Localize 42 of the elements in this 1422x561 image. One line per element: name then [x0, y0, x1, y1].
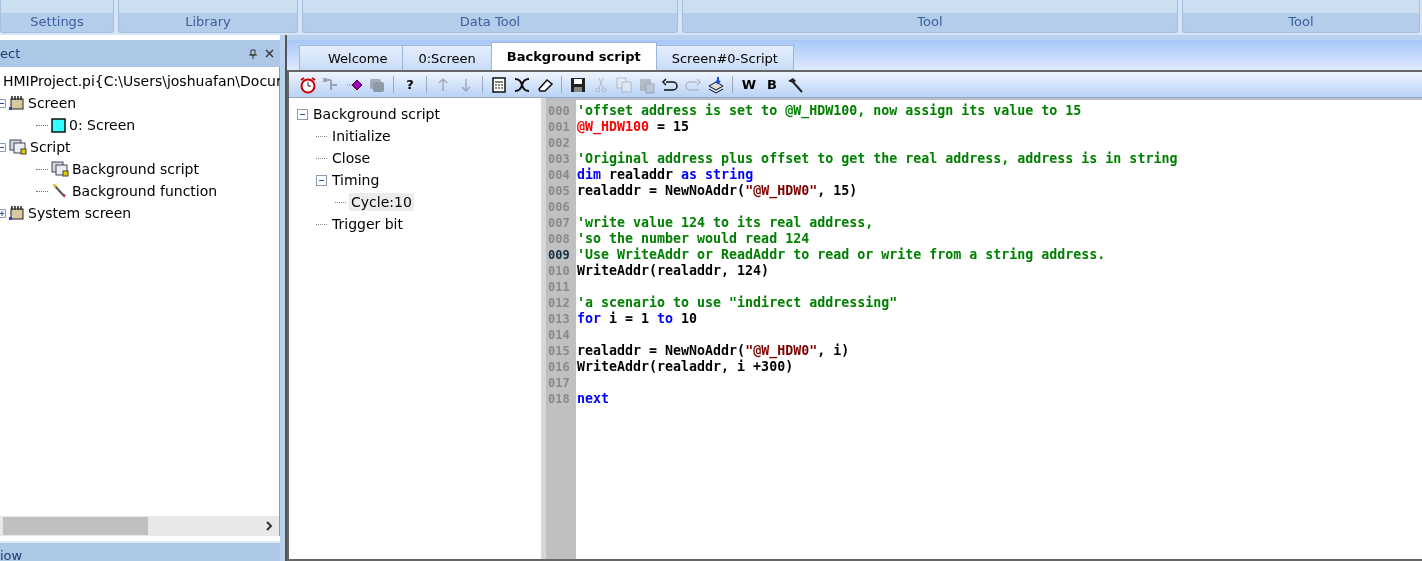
tree-item[interactable]: Background script — [72, 161, 199, 177]
line-number: 009 — [547, 247, 571, 263]
code-line: dim realaddr as string — [577, 167, 754, 182]
toolbar-button[interactable]: W — [738, 74, 760, 95]
code-line: 'offset address is set to @W_HDW100, now assign its value to 15 — [577, 103, 1082, 118]
tab[interactable]: 0:Screen — [402, 45, 492, 70]
tree-item[interactable]: Background script — [311, 105, 442, 123]
ribbon-group-label: Tool — [1288, 14, 1314, 29]
ribbon-group-label: Settings — [30, 14, 84, 29]
ribbon-group-label: Library — [185, 14, 231, 29]
panel-title: ect — [0, 46, 22, 61]
tree-item[interactable]: Cycle:10 — [349, 193, 414, 211]
ribbon-group-label: Tool — [917, 14, 943, 29]
tree-item[interactable]: Close — [330, 149, 373, 167]
tab[interactable]: Background script — [490, 42, 657, 70]
code-line: 'so the number would read 124 — [577, 231, 810, 246]
tree-item[interactable]: 0: Screen — [69, 117, 136, 133]
code-line: for i = 1 to 10 — [577, 311, 698, 326]
code-line: @W_HDW100 = 15 — [577, 119, 690, 134]
tree-item[interactable]: Background function — [72, 183, 218, 199]
code-line: 'a scenario to use "indirect addressing" — [577, 295, 898, 310]
code-line: 'write value 124 to its real address, — [577, 215, 874, 230]
code-line: next — [577, 391, 610, 406]
code-line: realaddr = NewNoAddr("@W_HDW0", 15) — [577, 183, 858, 198]
code-line: WriteAddr(realaddr, i +300) — [577, 359, 794, 374]
tree-item[interactable]: Trigger bit — [330, 215, 405, 233]
tab[interactable]: Welcome — [299, 45, 404, 70]
code-line: 'Use WriteAddr or ReadAddr to read or write from a string address. — [577, 247, 1106, 262]
ribbon-group-label: Data Tool — [459, 14, 521, 29]
code-line: realaddr = NewNoAddr("@W_HDW0", i) — [577, 343, 850, 358]
code-line: WriteAddr(realaddr, 124) — [577, 263, 770, 278]
code-line: 'Original address plus offset to get the real address, address is in string — [577, 151, 1178, 166]
tree-item[interactable]: Script — [30, 139, 71, 155]
tree-item[interactable]: System screen — [28, 205, 132, 221]
tree-item[interactable]: Timing — [330, 171, 382, 189]
toolbar-button[interactable]: B — [761, 74, 783, 95]
tree-item[interactable]: Screen — [28, 95, 77, 111]
toolbar-button[interactable]: ? — [399, 74, 421, 95]
tree-item[interactable]: Initialize — [330, 127, 393, 145]
panel-title: iow — [0, 550, 23, 561]
tree-item[interactable]: HMIProject.pi{C:\Users\joshuafan\Docur — [3, 73, 282, 89]
tab[interactable]: Screen#0-Script — [655, 45, 794, 70]
